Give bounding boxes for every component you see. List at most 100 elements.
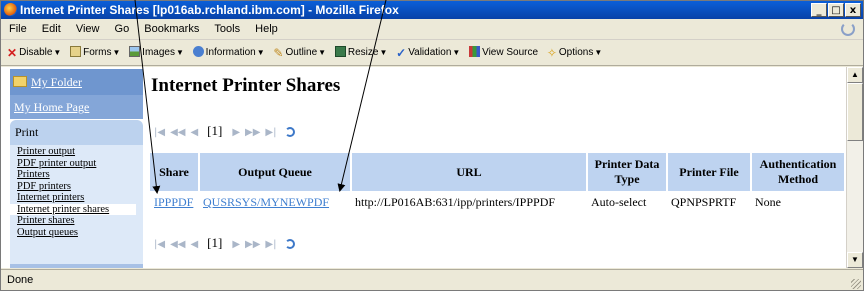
page-number: [1]: [207, 123, 223, 138]
toolbar-forms-button[interactable]: Forms▼: [70, 41, 120, 65]
menu-tools[interactable]: Tools: [214, 19, 240, 39]
column-header-authentication-method[interactable]: Authentication Method: [751, 153, 846, 191]
sidebar-print-list: Printer output PDF printer output Printe…: [10, 145, 143, 268]
web-developer-toolbar: ✕ Disable▼ Forms▼ Images▼ Information▼ ✎ O…: [1, 41, 863, 66]
fast-forward-icon[interactable]: ▶▶: [245, 127, 260, 138]
toolbar-information-button[interactable]: Information▼: [192, 41, 265, 65]
forms-icon: [70, 46, 82, 57]
data-type-cell: Auto-select: [591, 195, 647, 209]
toolbar-disable-label: Disable: [19, 47, 53, 58]
chevron-down-icon: ▼: [452, 48, 461, 57]
prev-page-icon[interactable]: ◀: [190, 239, 198, 250]
chevron-down-icon: ▼: [594, 48, 603, 57]
last-page-icon[interactable]: ▶|: [265, 127, 276, 138]
output-queue-cell: QUSRSYS/MYNEWPDF: [199, 191, 351, 213]
shares-table: Share Output Queue URL Printer Data Type…: [150, 153, 846, 213]
toolbar-forms-label: Forms: [83, 47, 112, 58]
status-text: Done: [7, 274, 34, 286]
resize-icon: [334, 46, 346, 57]
toolbar-disable-button[interactable]: ✕ Disable▼: [7, 41, 61, 65]
scroll-thumb[interactable]: [847, 83, 863, 141]
last-page-icon[interactable]: ▶|: [265, 239, 276, 250]
column-header-printer-data-type[interactable]: Printer Data Type: [587, 153, 668, 191]
main-panel: Internet Printer Shares |◀ ◀◀ ◀ [1] ▶ ▶▶ ▶| Sh…: [150, 67, 847, 268]
auth-method-cell: None: [755, 195, 781, 209]
navigation-sidebar: My Folder My Home Page Print Printer out…: [6, 67, 143, 268]
title-bar[interactable]: Internet Printer Shares [lp016ab.rchland…: [1, 1, 863, 19]
chevron-down-icon: ▼: [53, 48, 62, 57]
sidebar-home-label: My Home Page: [14, 100, 90, 114]
toolbar-images-button[interactable]: Images▼: [129, 41, 184, 65]
first-page-icon[interactable]: |◀: [154, 127, 165, 138]
toolbar-resize-label: Resize: [347, 47, 379, 58]
images-icon: [129, 46, 141, 57]
red-x-icon: ✕: [7, 46, 18, 60]
fast-forward-icon[interactable]: ▶▶: [245, 239, 260, 250]
fast-back-icon[interactable]: ◀◀: [170, 127, 185, 138]
sidebar-my-home-page[interactable]: My Home Page: [10, 95, 143, 119]
firefox-icon: [4, 3, 17, 16]
next-page-icon[interactable]: ▶: [232, 127, 240, 138]
menu-go[interactable]: Go: [115, 19, 130, 39]
sidebar-item-pdf-printer-output[interactable]: PDF printer output: [10, 158, 143, 170]
next-page-icon[interactable]: ▶: [232, 239, 240, 250]
toolbar-outline-label: Outline: [285, 47, 318, 58]
sidebar-item-internet-printers[interactable]: Internet printers: [10, 192, 143, 204]
table-row: IPPPDF QUSRSYS/MYNEWPDF http://LP016AB:6…: [150, 191, 845, 213]
url-cell: http://LP016AB:631/ipp/printers/IPPPDF: [355, 195, 556, 209]
browser-window: Internet Printer Shares [lp016ab.rchland…: [0, 0, 864, 291]
maximize-button[interactable]: □: [828, 3, 844, 17]
menu-view[interactable]: View: [76, 19, 100, 39]
page-title: Internet Printer Shares: [151, 75, 341, 96]
menu-bookmarks[interactable]: Bookmarks: [144, 19, 199, 39]
toolbar-options-button[interactable]: ✧ Options▼: [547, 41, 602, 65]
chevron-down-icon: ▼: [256, 48, 265, 57]
refresh-icon[interactable]: [285, 127, 296, 137]
menu-bar: File Edit View Go Bookmarks Tools Help: [1, 19, 863, 40]
column-header-url[interactable]: URL: [351, 153, 588, 191]
toolbar-validation-button[interactable]: ✓ Validation▼: [396, 41, 460, 65]
sidebar-item-output-queues[interactable]: Output queues: [10, 227, 143, 239]
fast-back-icon[interactable]: ◀◀: [170, 239, 185, 250]
pencil-icon: ✎: [273, 46, 284, 60]
chevron-down-icon: ▼: [112, 48, 121, 57]
sidebar-section-print[interactable]: Print: [10, 120, 143, 145]
sidebar-item-internet-printer-shares[interactable]: Internet printer shares: [10, 203, 136, 215]
sidebar-my-folder[interactable]: My Folder: [10, 69, 143, 95]
menu-edit[interactable]: Edit: [42, 19, 61, 39]
chevron-down-icon: ▼: [318, 48, 327, 57]
sidebar-item-pdf-printers[interactable]: PDF printers: [10, 181, 143, 193]
toolbar-images-label: Images: [142, 47, 175, 58]
output-queue-link[interactable]: QUSRSYS/MYNEWPDF: [203, 195, 329, 209]
scroll-up-icon[interactable]: ▲: [847, 67, 863, 83]
sidebar-item-printer-output[interactable]: Printer output: [10, 146, 143, 158]
column-header-printer-file[interactable]: Printer File: [667, 153, 752, 191]
toolbar-view-source-button[interactable]: View Source: [469, 41, 538, 65]
close-button[interactable]: x: [845, 3, 861, 17]
pager-bottom: |◀ ◀◀ ◀ [1] ▶ ▶▶ ▶|: [154, 235, 296, 251]
menu-file[interactable]: File: [9, 19, 27, 39]
wand-icon: ✧: [546, 46, 557, 60]
window-title: Internet Printer Shares [lp016ab.rchland…: [20, 3, 399, 17]
column-header-share[interactable]: Share: [150, 153, 200, 191]
first-page-icon[interactable]: |◀: [154, 239, 165, 250]
refresh-icon[interactable]: [285, 239, 296, 249]
sidebar-item-printer-shares[interactable]: Printer shares: [10, 215, 143, 227]
prev-page-icon[interactable]: ◀: [190, 127, 198, 138]
menu-help[interactable]: Help: [255, 19, 278, 39]
share-link[interactable]: IPPPDF: [154, 195, 193, 209]
chevron-down-icon: ▼: [379, 48, 388, 57]
toolbar-resize-button[interactable]: Resize▼: [334, 41, 388, 65]
toolbar-outline-button[interactable]: ✎ Outline▼: [273, 41, 326, 65]
throbber-icon: [841, 22, 855, 36]
sidebar-item-printers[interactable]: Printers: [10, 169, 143, 181]
scroll-down-icon[interactable]: ▼: [847, 252, 863, 268]
status-bar: Done: [1, 269, 863, 290]
column-header-output-queue[interactable]: Output Queue: [199, 153, 352, 191]
page-content: My Folder My Home Page Print Printer out…: [1, 67, 847, 268]
vertical-scrollbar[interactable]: ▲ ▼: [846, 67, 863, 268]
minimize-button[interactable]: _: [811, 3, 827, 17]
page-number: [1]: [207, 235, 223, 250]
info-icon: [192, 46, 204, 57]
resize-grip-icon[interactable]: [851, 279, 861, 289]
